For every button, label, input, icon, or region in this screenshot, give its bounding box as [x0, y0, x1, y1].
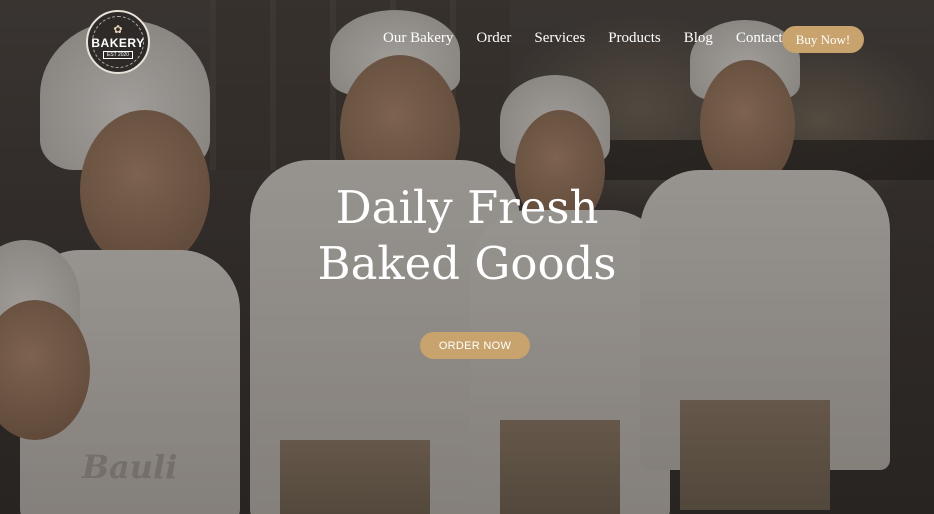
hero-title-line1: Daily Fresh [335, 181, 599, 234]
hero-section: Bauli ✿ BAKERY EST 2020 Our Bakery Order… [0, 0, 934, 514]
hero-title-line2: Baked Goods [317, 237, 617, 290]
logo-ring [92, 16, 144, 68]
nav-blog[interactable]: Blog [684, 30, 713, 47]
hero-title: Daily Fresh Baked Goods [0, 180, 934, 292]
nav-services[interactable]: Services [534, 30, 585, 47]
nav-contact[interactable]: Contact [736, 30, 783, 47]
nav-order[interactable]: Order [476, 30, 511, 47]
bakery-logo[interactable]: ✿ BAKERY EST 2020 [86, 10, 150, 74]
buy-now-button[interactable]: Buy Now! [782, 26, 864, 53]
nav-our-bakery[interactable]: Our Bakery [383, 30, 453, 47]
main-nav: Our Bakery Order Services Products Blog … [383, 30, 806, 47]
order-now-button[interactable]: ORDER NOW [420, 332, 530, 359]
nav-products[interactable]: Products [608, 30, 661, 47]
